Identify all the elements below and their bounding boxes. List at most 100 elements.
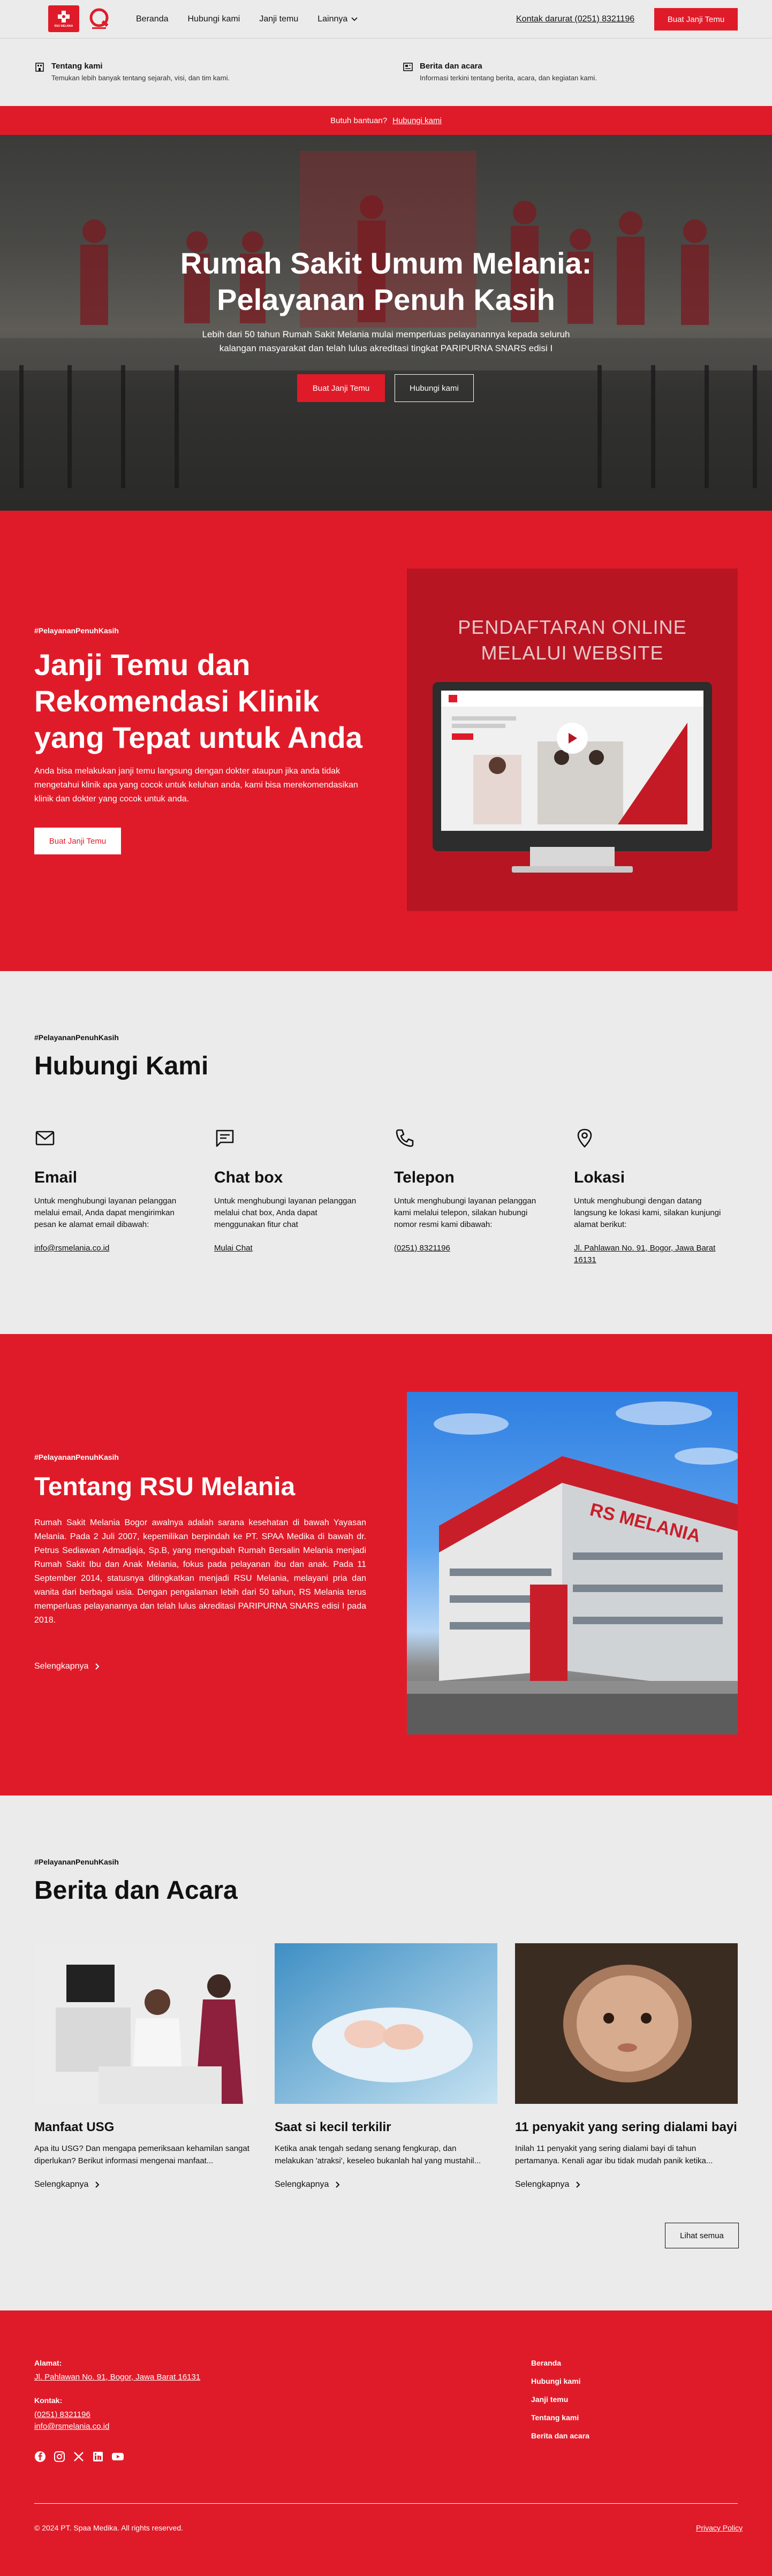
spaa-logo-icon xyxy=(89,8,109,29)
nav-beranda[interactable]: Beranda xyxy=(136,14,169,24)
news-section: #PelayananPenuhKasih Berita dan Acara Ma… xyxy=(0,1795,772,2310)
hospital-logo[interactable]: RSU MELANIA xyxy=(48,5,79,32)
appointment-section: #PelayananPenuhKasih Janji Temu dan Reko… xyxy=(0,511,772,971)
secondary-logo[interactable] xyxy=(87,5,111,32)
news-card-3[interactable]: 11 penyakit yang sering dialami bayi Ini… xyxy=(515,1943,738,2189)
help-bar: Butuh bantuan? Hubungi kami xyxy=(0,106,772,135)
footer-link-beranda[interactable]: Beranda xyxy=(531,2359,589,2367)
chevron-right-icon xyxy=(336,2181,340,2188)
about-description: Rumah Sakit Melania Bogor awalnya adalah… xyxy=(34,1518,366,1625)
news-card-1-title: Manfaat USG xyxy=(34,2120,115,2134)
footer-link-berita-acara[interactable]: Berita dan acara xyxy=(531,2431,589,2440)
monitor-stand xyxy=(530,847,615,868)
play-icon xyxy=(569,733,577,744)
mega-menu: Tentang kami Temukan lebih banyak tentan… xyxy=(0,39,772,106)
logo-group[interactable]: RSU MELANIA xyxy=(48,5,111,32)
hero-scene-illustration xyxy=(0,151,772,511)
instagram-icon[interactable] xyxy=(54,2451,65,2463)
news-card-1-image xyxy=(34,1943,257,2104)
start-chat-link[interactable]: Mulai Chat xyxy=(214,1244,253,1253)
contact-title: Hubungi Kami xyxy=(34,1052,209,1080)
hero-appointment-button[interactable]: Buat Janji Temu xyxy=(297,374,385,402)
nav-lainnya-label: Lainnya xyxy=(317,14,348,24)
news-card-1-more-label: Selengkapnya xyxy=(34,2180,89,2189)
hero-contact-button[interactable]: Hubungi kami xyxy=(395,374,474,402)
nav-janji-temu[interactable]: Janji temu xyxy=(259,14,298,24)
footer-contact-label: Kontak: xyxy=(34,2396,63,2405)
mail-icon xyxy=(35,1131,55,1146)
nav-hubungi-kami[interactable]: Hubungi kami xyxy=(188,14,240,24)
x-twitter-icon[interactable] xyxy=(73,2451,85,2463)
contact-card-chat-title: Chat box xyxy=(214,1169,283,1186)
mega-item-news-title: Berita dan acara xyxy=(420,62,482,71)
registration-video[interactable]: PENDAFTARAN ONLINE MELALUI WEBSITE xyxy=(407,569,738,911)
contact-card-location-title: Lokasi xyxy=(574,1169,625,1186)
hero-title-line-2: Pelayanan Penuh Kasih xyxy=(217,283,555,316)
footer-divider xyxy=(34,2503,738,2504)
mega-item-about[interactable]: Tentang kami Temukan lebih banyak tentan… xyxy=(34,62,230,82)
appointment-title: Janji Temu dan Rekomendasi Klinik yang T… xyxy=(34,648,362,754)
footer-email-link[interactable]: info@rsmelania.co.id xyxy=(34,2421,109,2433)
video-title-line-1: PENDAFTARAN ONLINE xyxy=(458,616,687,638)
main-nav: Beranda Hubungi kami Janji temu Lainnya xyxy=(136,14,358,24)
hero-section: Rumah Sakit Umum Melania: Pelayanan Penu… xyxy=(0,135,772,511)
video-title-line-2: MELALUI WEBSITE xyxy=(481,642,664,664)
ultrasound-photo xyxy=(34,1943,257,2104)
see-all-button[interactable]: Lihat semua xyxy=(665,2223,739,2248)
social-links xyxy=(34,2451,124,2463)
mega-item-news-desc: Informasi terkini tentang berita, acara,… xyxy=(420,74,597,82)
news-card-2-excerpt: Ketika anak tengah sedang senang fengkur… xyxy=(275,2144,481,2165)
privacy-policy-link[interactable]: Privacy Policy xyxy=(696,2524,743,2532)
play-button[interactable] xyxy=(557,723,588,754)
phone-link[interactable]: (0251) 8321196 xyxy=(394,1244,450,1253)
news-card-3-excerpt: Inilah 11 penyakit yang sering dialami b… xyxy=(515,2144,713,2165)
news-title: Berita dan Acara xyxy=(34,1876,238,1905)
hero-description-line-1: Lebih dari 50 tahun Rumah Sakit Melania … xyxy=(202,329,570,339)
news-icon xyxy=(403,63,413,71)
emergency-contact-link[interactable]: Kontak darurat (0251) 8321196 xyxy=(516,14,634,24)
news-card-2-more-link[interactable]: Selengkapnya xyxy=(275,2180,497,2189)
address-link[interactable]: Jl. Pahlawan No. 91, Bogor, Jawa Barat 1… xyxy=(574,1244,715,1264)
building-icon xyxy=(35,63,44,72)
website-preview-image xyxy=(441,691,703,824)
appointment-button[interactable]: Buat Janji Temu xyxy=(34,828,121,854)
footer-phone-link[interactable]: (0251) 8321196 xyxy=(34,2409,90,2421)
monitor-screen xyxy=(441,691,703,831)
phone-icon xyxy=(396,1129,414,1147)
contact-card-phone-desc: Untuk menghubungi layanan pelanggan kami… xyxy=(394,1196,536,1229)
about-title: Tentang RSU Melania xyxy=(34,1473,296,1501)
logo-mark-icon xyxy=(58,11,70,22)
footer-link-hubungi-kami[interactable]: Hubungi kami xyxy=(531,2377,589,2385)
mega-item-news[interactable]: Berita dan acara Informasi terkini tenta… xyxy=(403,62,597,82)
about-more-link[interactable]: Selengkapnya xyxy=(34,1662,100,1671)
email-link[interactable]: info@rsmelania.co.id xyxy=(34,1244,109,1253)
news-card-2-more-label: Selengkapnya xyxy=(275,2180,329,2189)
contact-card-chat: Chat box Untuk menghubungi layanan pelan… xyxy=(214,1127,365,1254)
contact-card-phone-title: Telepon xyxy=(394,1169,455,1186)
footer-links: Beranda Hubungi kami Janji temu Tentang … xyxy=(531,2359,589,2450)
linkedin-icon[interactable] xyxy=(92,2451,104,2463)
hero-title: Rumah Sakit Umum Melania: Pelayanan Penu… xyxy=(0,245,772,318)
news-card-1[interactable]: Manfaat USG Apa itu USG? Dan mengapa pem… xyxy=(34,1943,257,2189)
news-card-2[interactable]: Saat si kecil terkilir Ketika anak tenga… xyxy=(275,1943,497,2189)
nav-lainnya[interactable]: Lainnya xyxy=(317,14,358,24)
help-contact-link[interactable]: Hubungi kami xyxy=(392,116,442,125)
copyright-text: © 2024 PT. Spaa Medika. All rights reser… xyxy=(34,2524,184,2532)
chevron-right-icon xyxy=(95,1663,100,1670)
news-card-3-more-link[interactable]: Selengkapnya xyxy=(515,2180,738,2189)
youtube-icon[interactable] xyxy=(111,2451,124,2463)
footer-link-tentang-kami[interactable]: Tentang kami xyxy=(531,2413,589,2422)
hospital-building-illustration: RS MELANIA xyxy=(407,1401,738,1734)
footer-address-link[interactable]: Jl. Pahlawan No. 91, Bogor, Jawa Barat 1… xyxy=(34,2372,200,2383)
footer-link-janji-temu[interactable]: Janji temu xyxy=(531,2395,589,2404)
help-text: Butuh bantuan? xyxy=(330,116,388,125)
news-card-2-image xyxy=(275,1943,497,2104)
contact-card-email-desc: Untuk menghubungi layanan pelanggan mela… xyxy=(34,1196,177,1229)
facebook-icon[interactable] xyxy=(34,2451,46,2463)
hospital-building-photo: RS MELANIA xyxy=(407,1392,738,1734)
mega-item-about-title: Tentang kami xyxy=(51,62,103,71)
header-appointment-button[interactable]: Buat Janji Temu xyxy=(654,8,738,31)
chat-icon xyxy=(216,1130,234,1147)
news-card-3-title: 11 penyakit yang sering dialami bayi xyxy=(515,2120,737,2134)
news-card-1-more-link[interactable]: Selengkapnya xyxy=(34,2180,257,2189)
